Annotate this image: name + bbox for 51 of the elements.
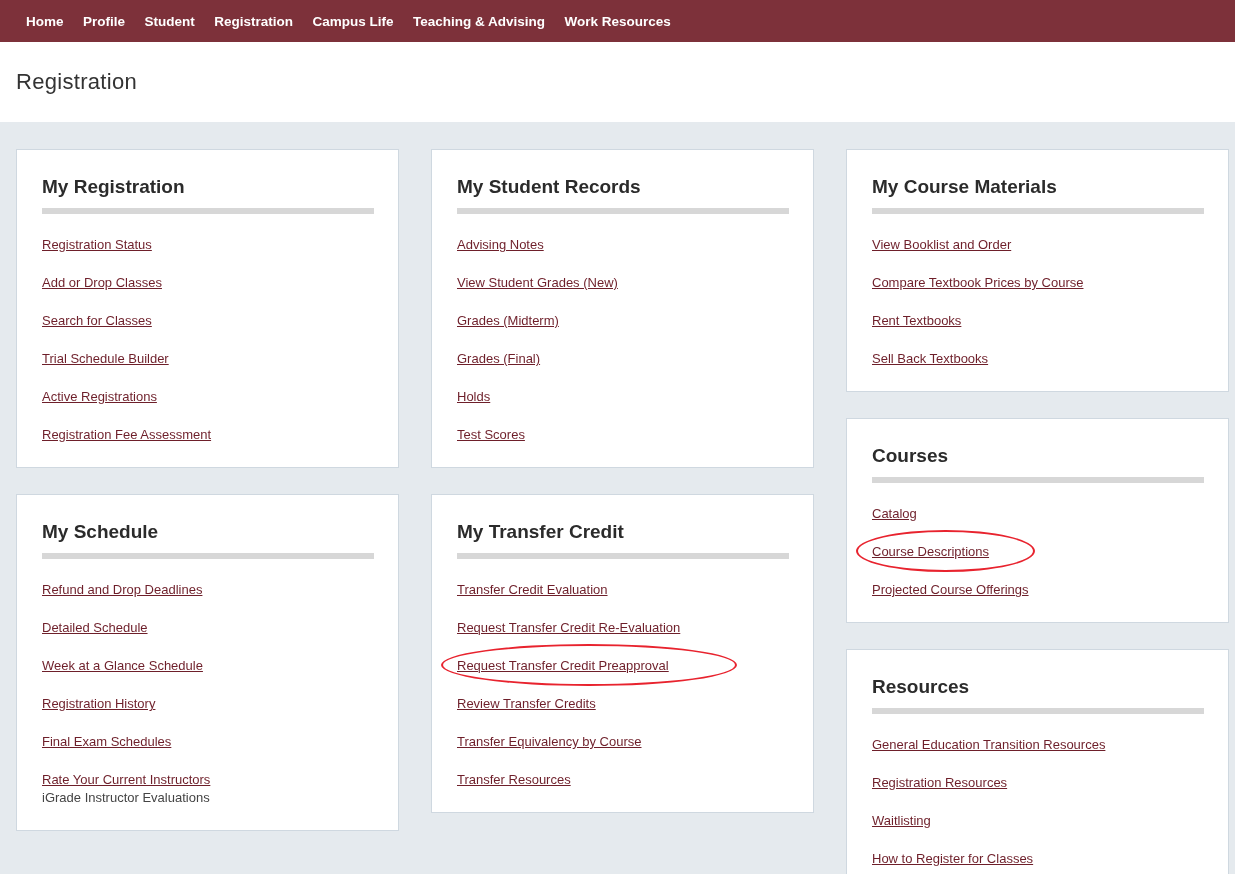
card-link[interactable]: Trial Schedule Builder <box>42 350 169 368</box>
card-link[interactable]: How to Register for Classes <box>872 850 1034 868</box>
nav-link[interactable]: Campus Life <box>312 13 394 29</box>
card-link[interactable]: Final Exam Schedules <box>42 733 172 751</box>
card-link[interactable]: Detailed Schedule <box>42 619 148 637</box>
card-link[interactable]: Compare Textbook Prices by Course <box>872 274 1084 292</box>
card-link[interactable]: Projected Course Offerings <box>872 581 1029 599</box>
card-link[interactable]: Holds <box>457 388 491 406</box>
card-link[interactable]: Week at a Glance Schedule <box>42 657 203 675</box>
card-title: Resources <box>872 676 971 698</box>
card-link[interactable]: Request Transfer Credit Preapproval <box>457 657 669 675</box>
card-link[interactable]: Grades (Midterm) <box>457 312 559 330</box>
card-link[interactable]: Waitlisting <box>872 812 931 830</box>
nav-link[interactable]: Work Resources <box>564 13 671 29</box>
card-title: My Registration <box>42 176 186 198</box>
card-title: My Course Materials <box>872 176 1058 198</box>
card-link[interactable]: Request Transfer Credit Re-Evaluation <box>457 619 681 637</box>
card-link[interactable]: Course Descriptions <box>872 543 990 561</box>
card-link[interactable]: Grades (Final) <box>457 350 541 368</box>
card-title: My Schedule <box>42 521 160 543</box>
card-link[interactable]: Active Registrations <box>42 388 157 406</box>
nav-link[interactable]: Teaching & Advising <box>413 13 546 29</box>
card-link[interactable]: Transfer Equivalency by Course <box>457 733 642 751</box>
card-link[interactable]: View Student Grades (New) <box>457 274 618 292</box>
card-link[interactable]: Rate Your Current Instructors <box>42 771 211 789</box>
card-link[interactable]: Review Transfer Credits <box>457 695 596 713</box>
card-link[interactable]: Registration History <box>42 695 156 713</box>
card-link[interactable]: View Booklist and Order <box>872 236 1012 254</box>
nav-link[interactable]: Registration <box>214 13 294 29</box>
card-link[interactable]: Registration Status <box>42 236 152 254</box>
card-link[interactable]: Refund and Drop Deadlines <box>42 581 203 599</box>
card-title: My Transfer Credit <box>457 521 625 543</box>
card-link[interactable]: Transfer Credit Evaluation <box>457 581 608 599</box>
card-link[interactable]: Test Scores <box>457 426 525 444</box>
nav-link[interactable]: Profile <box>83 13 126 29</box>
page-title: Registration <box>16 69 137 95</box>
note-text: iGrade Instructor Evaluations <box>42 789 210 807</box>
card-link[interactable]: Advising Notes <box>457 236 544 254</box>
card-title: Courses <box>872 445 950 467</box>
card-link[interactable]: Registration Resources <box>872 774 1008 792</box>
card-link[interactable]: Add or Drop Classes <box>42 274 162 292</box>
card-link[interactable]: Registration Fee Assessment <box>42 426 212 444</box>
card-link[interactable]: General Education Transition Resources <box>872 736 1106 754</box>
card-link[interactable]: Rent Textbooks <box>872 312 962 330</box>
nav-link[interactable]: Student <box>144 13 195 29</box>
nav-link[interactable]: Home <box>26 13 64 29</box>
card-title: My Student Records <box>457 176 642 198</box>
card-link[interactable]: Search for Classes <box>42 312 152 330</box>
card-link[interactable]: Transfer Resources <box>457 771 571 789</box>
card-link[interactable]: Sell Back Textbooks <box>872 350 989 368</box>
card-link[interactable]: Catalog <box>872 505 917 523</box>
